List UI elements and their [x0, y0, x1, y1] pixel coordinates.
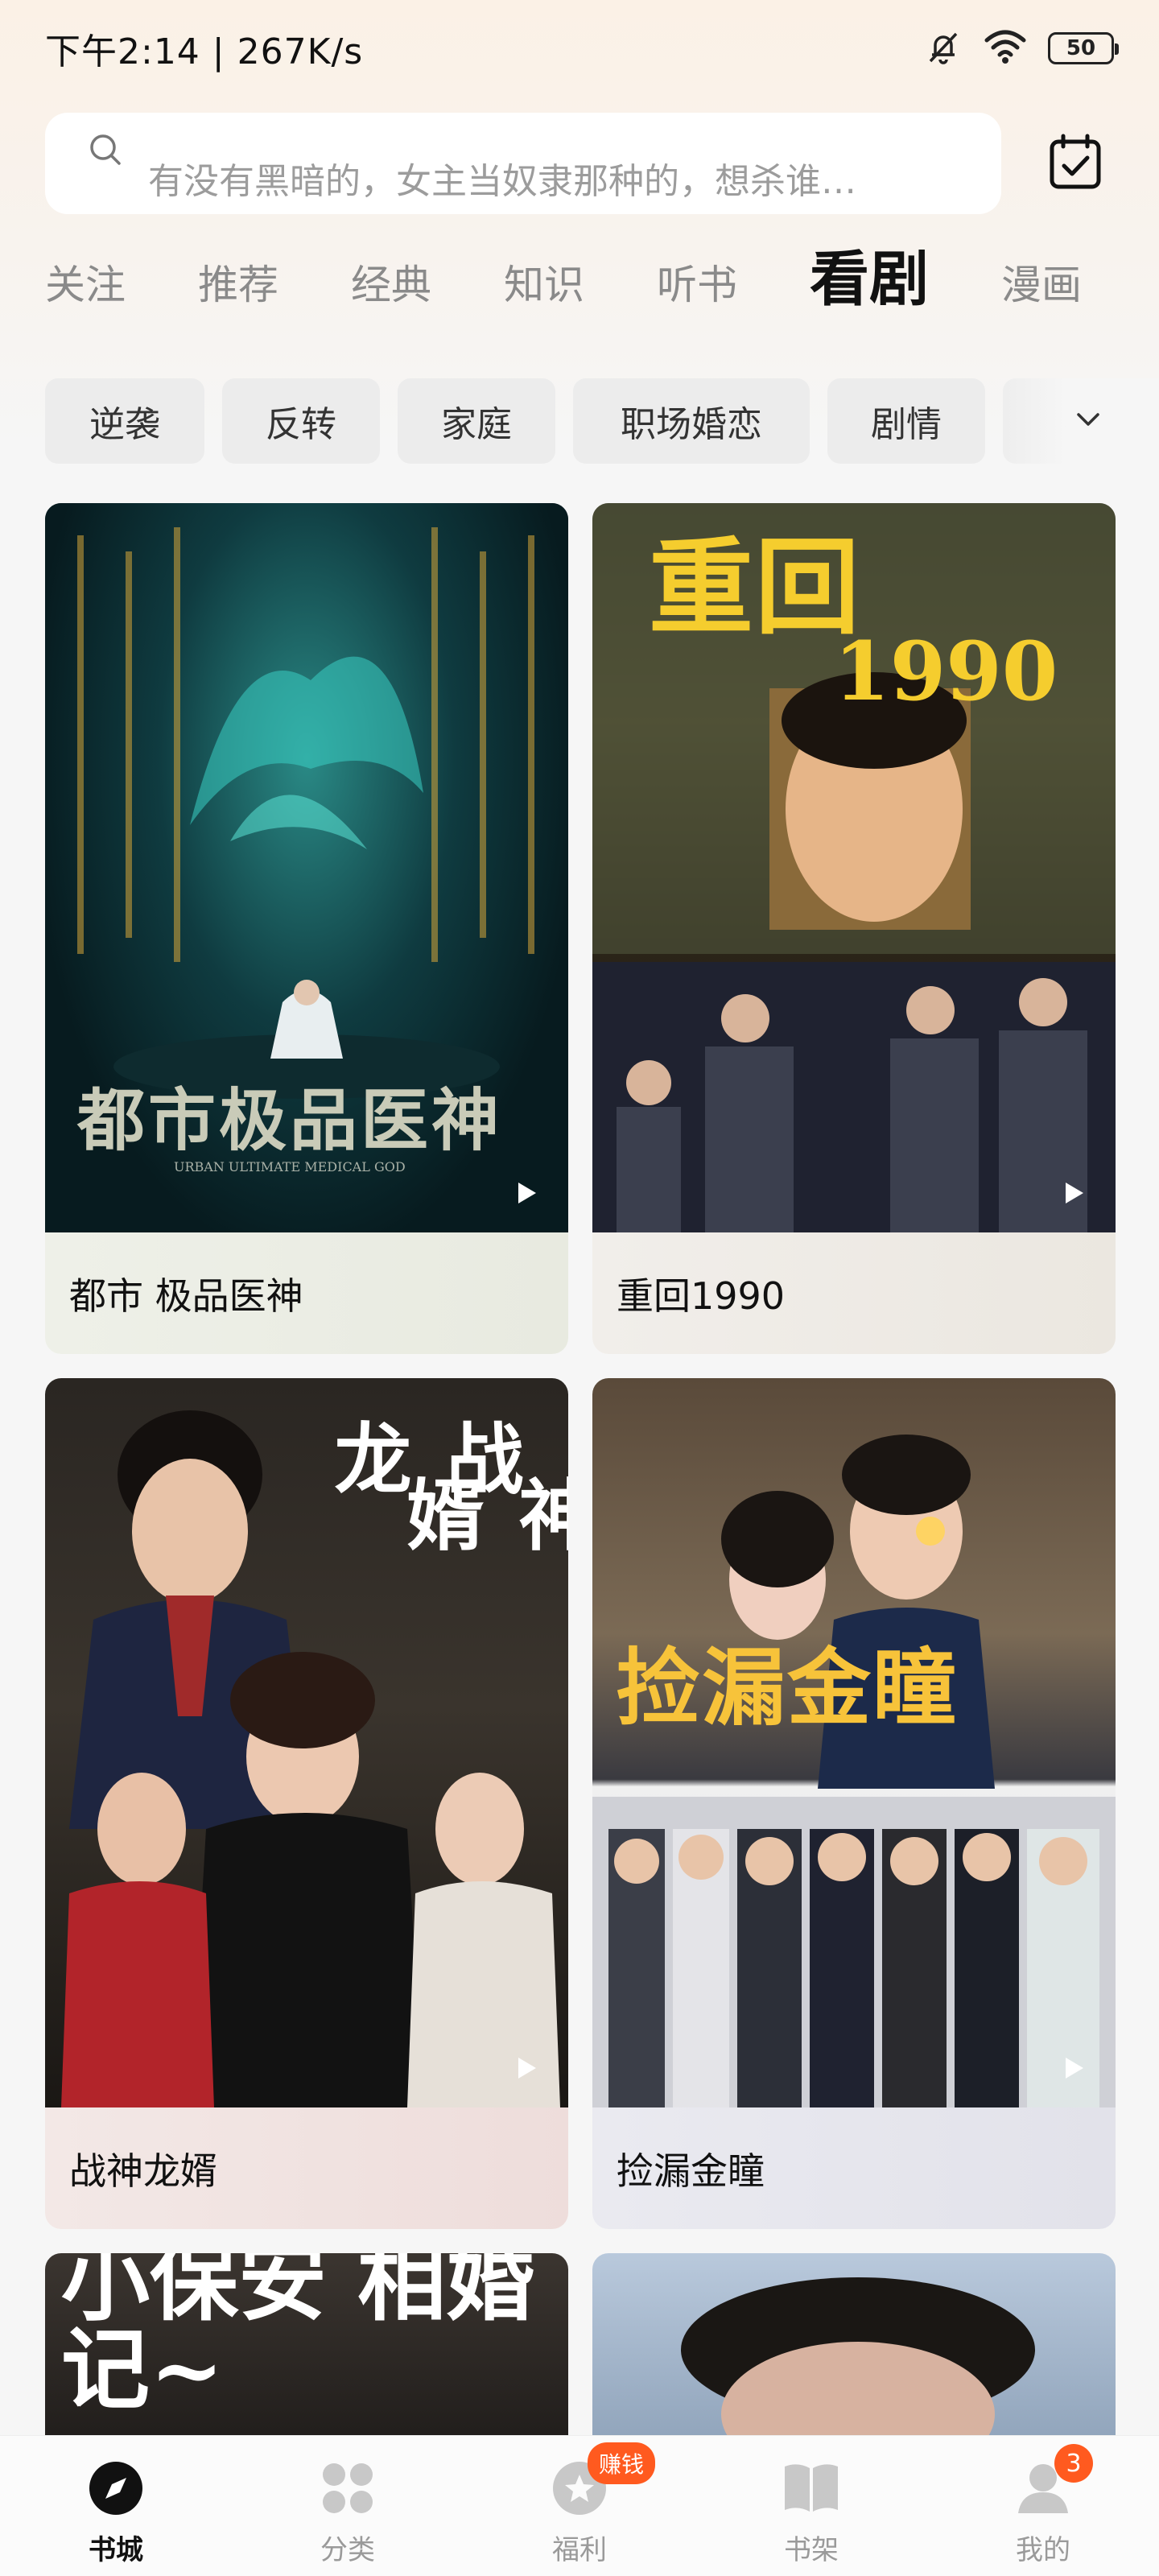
nav-label: 书城: [89, 2534, 143, 2566]
notification-badge: 3: [1054, 2444, 1093, 2483]
search-input[interactable]: 有没有黑暗的，女主当奴隶那种的，想杀谁…: [45, 113, 1001, 214]
search-placeholder: 有没有黑暗的，女主当奴隶那种的，想杀谁…: [148, 161, 856, 202]
nav-profile[interactable]: 我的 3: [963, 2444, 1124, 2567]
chip-twist[interactable]: 反转: [222, 378, 380, 464]
poster-art: [592, 1435, 1116, 2107]
card-footer: 重回1990: [592, 1232, 1116, 1354]
drama-poster: 都市极品医神 URBAN ULTIMATE MEDICAL GOD: [45, 503, 568, 1232]
chip-drama[interactable]: 剧情: [827, 378, 985, 464]
poster-art: [681, 2277, 1035, 2454]
card-footer: 战神龙婿: [45, 2107, 568, 2229]
tab-knowledge[interactable]: 知识: [504, 253, 584, 330]
filter-chips: 逆袭 反转 家庭 职场婚恋 剧情 都: [45, 378, 1116, 464]
poster-number: 1990: [834, 624, 1058, 719]
drama-poster: 捡漏金瞳: [592, 1378, 1116, 2107]
drama-poster: 重回 1990: [592, 503, 1116, 1232]
drama-card[interactable]: 小保安 相婚记~: [45, 2253, 568, 2454]
category-tabs: 关注 推荐 经典 知识 听书 看剧 漫画: [45, 242, 1116, 330]
earn-badge: 赚钱: [588, 2442, 656, 2484]
battery-level: 50: [1066, 36, 1096, 60]
play-icon: [517, 1181, 538, 1208]
drama-card[interactable]: 重回 1990 重回1990: [592, 503, 1116, 1354]
drama-card[interactable]: 都市极品医神 URBAN ULTIMATE MEDICAL GOD 都市 极品医…: [45, 503, 568, 1354]
calendar-check-icon: [1047, 134, 1103, 195]
card-footer: 捡漏金瞳: [592, 2107, 1116, 2229]
nav-welfare[interactable]: 福利 赚钱: [499, 2442, 660, 2567]
play-icon: [1064, 2056, 1085, 2083]
status-bar: 下午2:14 | 267K/s 50: [0, 0, 1159, 97]
poster-title-line2: 神婿: [394, 1475, 568, 1584]
nav-bookstore[interactable]: 书城: [35, 2460, 196, 2567]
chip-comeback[interactable]: 逆袭: [45, 378, 204, 464]
nav-label: 我的: [1016, 2534, 1070, 2566]
search-row: 有没有黑暗的，女主当奴隶那种的，想杀谁…: [45, 113, 1116, 214]
compass-icon: [88, 2460, 144, 2520]
chips-expand-button[interactable]: [990, 378, 1159, 464]
drama-title: 战神龙婿: [69, 2149, 217, 2193]
battery-indicator: 50: [1048, 32, 1119, 64]
drama-title: 捡漏金瞳: [617, 2149, 765, 2193]
checkin-calendar-button[interactable]: [1035, 124, 1116, 204]
poster-title: 重回: [649, 526, 862, 649]
search-icon: [87, 131, 124, 171]
drama-title: 重回1990: [617, 1274, 786, 1318]
tab-audiobook[interactable]: 听书: [657, 253, 737, 330]
drama-poster: 战龙 神婿: [45, 1378, 568, 2107]
nav-label: 福利: [552, 2534, 607, 2566]
wifi-icon: [984, 29, 1027, 68]
play-icon: [517, 2056, 538, 2083]
mute-bell-icon: [924, 27, 963, 69]
nav-category[interactable]: 分类: [267, 2460, 428, 2567]
bottom-navigation: 书城 分类 福利 赚钱 书架 我的 3: [0, 2435, 1159, 2576]
status-time-speed: 下午2:14 | 267K/s: [45, 31, 364, 72]
drama-title: 都市 极品医神: [69, 1274, 303, 1318]
poster-title: 捡漏金瞳: [617, 1638, 959, 1737]
category-icon: [320, 2460, 376, 2520]
card-footer: 都市 极品医神: [45, 1232, 568, 1354]
drama-card[interactable]: 战龙 神婿 战神龙婿: [45, 1378, 568, 2229]
bookshelf-icon: [782, 2460, 841, 2520]
drama-card[interactable]: [592, 2253, 1116, 2454]
nav-bookshelf[interactable]: 书架: [731, 2460, 892, 2567]
status-icons: 50: [924, 27, 1119, 69]
chevron-down-icon: [1074, 410, 1103, 432]
poster-title: 小保安 相婚记~: [61, 2253, 535, 2421]
tab-comics[interactable]: 漫画: [1001, 253, 1082, 330]
play-icon: [1064, 1181, 1085, 1208]
poster-subtitle: URBAN ULTIMATE MEDICAL GOD: [174, 1159, 406, 1174]
chip-family[interactable]: 家庭: [398, 378, 555, 464]
tab-recommend[interactable]: 推荐: [198, 253, 278, 330]
nav-label: 分类: [320, 2534, 375, 2566]
chip-workplace-romance[interactable]: 职场婚恋: [573, 378, 810, 464]
nav-label: 书架: [784, 2534, 839, 2566]
poster-title: 都市极品医神: [77, 1080, 503, 1160]
tab-classic[interactable]: 经典: [351, 253, 431, 330]
drama-card[interactable]: 捡漏金瞳 捡漏金瞳: [592, 1378, 1116, 2229]
tab-follow[interactable]: 关注: [45, 253, 126, 330]
tab-drama[interactable]: 看剧: [810, 231, 929, 330]
